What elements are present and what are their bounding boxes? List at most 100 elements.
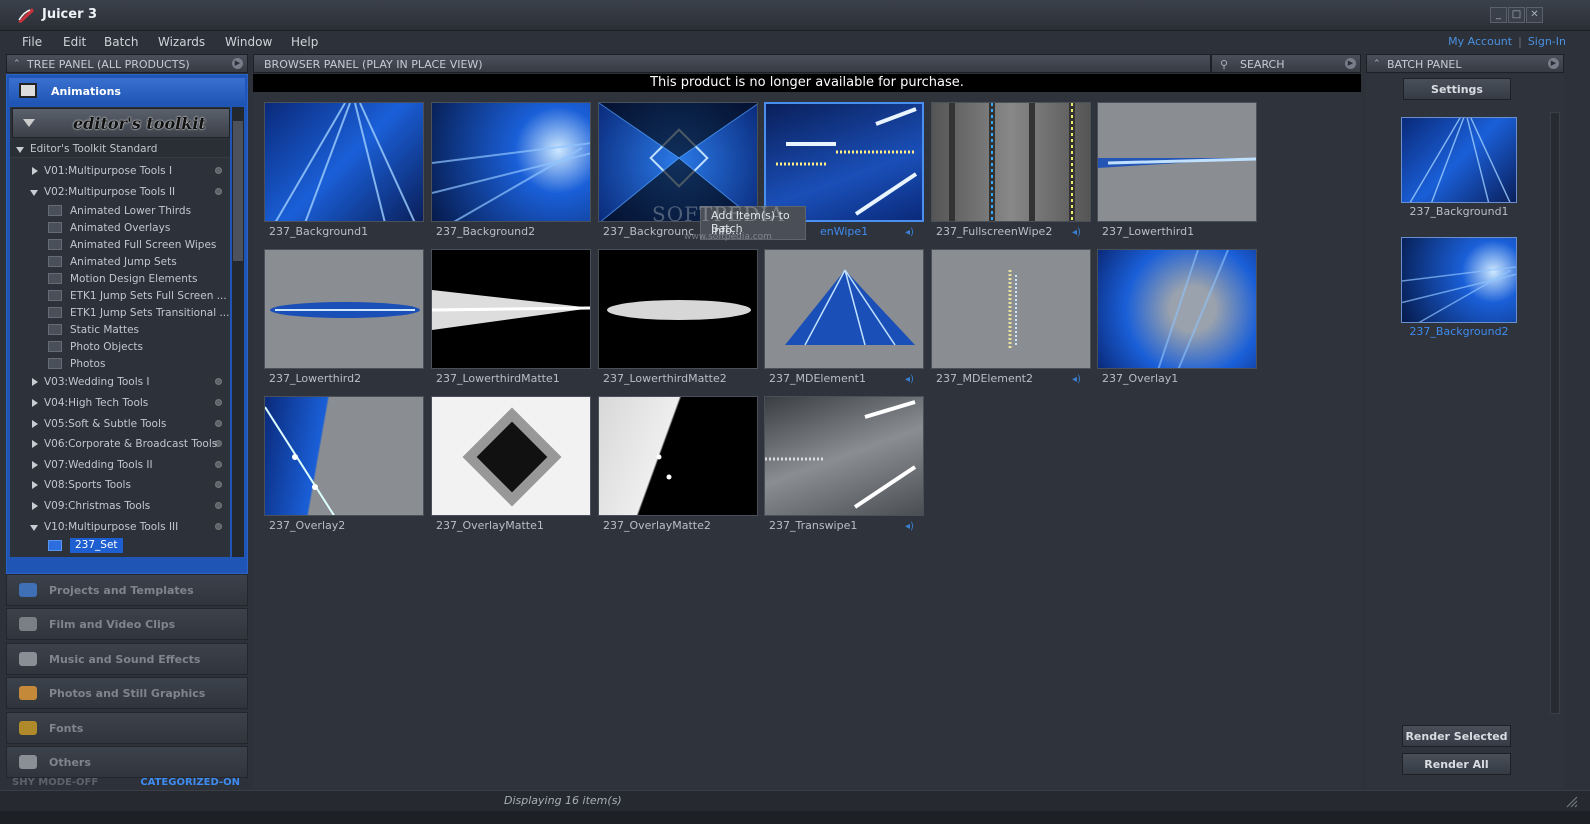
scrollbar-thumb[interactable]: [233, 121, 243, 261]
sound-icon[interactable]: ◂): [905, 227, 915, 238]
resize-grip-icon[interactable]: [1564, 794, 1578, 808]
expand-triangle-icon[interactable]: [32, 420, 38, 428]
batch-scrollbar[interactable]: [1550, 112, 1560, 714]
menu-help[interactable]: Help: [291, 35, 318, 49]
expand-triangle-icon[interactable]: [16, 147, 24, 153]
menu-batch[interactable]: Batch: [104, 35, 139, 49]
thumbnail[interactable]: [264, 396, 424, 516]
my-account-link[interactable]: My Account: [1448, 35, 1512, 48]
thumbnail[interactable]: [431, 249, 591, 369]
thumbnail-label[interactable]: enWipe1: [820, 225, 868, 238]
animations-section-header[interactable]: Animations: [9, 78, 245, 104]
thumbnail-label[interactable]: 237_OverlayMatte2: [603, 519, 711, 532]
expand-triangle-icon[interactable]: [32, 378, 38, 386]
thumbnail[interactable]: [931, 249, 1091, 369]
tree-row[interactable]: ETK1 Jump Sets Full Screen ...: [10, 287, 230, 305]
thumbnail[interactable]: [431, 102, 591, 222]
minimize-button[interactable]: _: [1490, 7, 1507, 23]
tree-row[interactable]: Static Mattes: [10, 321, 230, 339]
thumbnail-label[interactable]: 237_LowerthirdMatte2: [603, 372, 727, 385]
tree-scrollbar[interactable]: [232, 107, 244, 557]
tree-row[interactable]: Photo Objects: [10, 338, 230, 356]
panel-menu-icon[interactable]: ▶: [1548, 58, 1559, 69]
collapse-arrow-icon[interactable]: ⌃: [13, 55, 21, 74]
close-button[interactable]: ✕: [1526, 7, 1543, 23]
shy-mode-toggle[interactable]: SHY MODE-OFF: [12, 777, 98, 788]
category-music-and-sound-effects[interactable]: Music and Sound Effects: [6, 643, 248, 675]
tree-row[interactable]: Animated Full Screen Wipes: [10, 236, 230, 254]
panel-menu-icon[interactable]: ▶: [232, 58, 243, 69]
thumbnail[interactable]: [931, 102, 1091, 222]
thumbnail-label[interactable]: 237_Background1: [269, 225, 368, 238]
thumbnail-label[interactable]: 237_Overlay2: [269, 519, 345, 532]
render-all-button[interactable]: Render All: [1402, 753, 1511, 775]
expand-triangle-icon[interactable]: [32, 461, 38, 469]
expand-triangle-icon[interactable]: [32, 502, 38, 510]
tree-row[interactable]: V05:Soft & Subtle Tools: [10, 415, 230, 433]
tree-row[interactable]: V01:Multipurpose Tools I: [10, 162, 230, 180]
category-others[interactable]: Others: [6, 746, 248, 778]
render-selected-button[interactable]: Render Selected: [1402, 725, 1511, 747]
expand-triangle-icon[interactable]: [32, 399, 38, 407]
thumbnail-label[interactable]: 237_Backgrounc: [603, 225, 694, 238]
thumbnail-label[interactable]: 237_Lowerthird1: [1102, 225, 1194, 238]
tree-row[interactable]: V08:Sports Tools: [10, 476, 230, 494]
tree-row[interactable]: V06:Corporate & Broadcast Tools: [10, 435, 230, 453]
thumbnail[interactable]: [764, 249, 924, 369]
menu-window[interactable]: Window: [225, 35, 272, 49]
batch-thumbnail[interactable]: [1401, 237, 1517, 323]
thumbnail[interactable]: [1097, 249, 1257, 369]
expand-triangle-icon[interactable]: [32, 440, 38, 448]
sound-icon[interactable]: ◂): [905, 521, 915, 532]
maximize-button[interactable]: □: [1508, 7, 1525, 23]
category-film-and-video-clips[interactable]: Film and Video Clips: [6, 608, 248, 640]
tree-row[interactable]: V02:Multipurpose Tools II: [10, 183, 230, 201]
tree-row[interactable]: V07:Wedding Tools II: [10, 456, 230, 474]
category-photos-and-still-graphics[interactable]: Photos and Still Graphics: [6, 677, 248, 709]
tree-row[interactable]: V03:Wedding Tools I: [10, 373, 230, 391]
categorized-toggle[interactable]: CATEGORIZED-ON: [140, 777, 240, 788]
menu-file[interactable]: File: [22, 35, 42, 49]
thumbnail-label[interactable]: 237_Overlay1: [1102, 372, 1178, 385]
editors-toolkit-banner[interactable]: editor's toolkit: [12, 108, 230, 138]
batch-thumbnail[interactable]: [1401, 117, 1517, 203]
thumbnail[interactable]: [264, 249, 424, 369]
thumbnail-label[interactable]: 237_FullscreenWipe2: [936, 225, 1052, 238]
collapse-arrow-icon[interactable]: ⌃: [1373, 55, 1381, 74]
batch-item-label[interactable]: 237_Background1: [1401, 205, 1517, 218]
tree-row[interactable]: V10:Multipurpose Tools III: [10, 518, 230, 536]
thumbnail[interactable]: [264, 102, 424, 222]
thumbnail[interactable]: [1097, 102, 1257, 222]
sound-icon[interactable]: ◂): [1072, 374, 1082, 385]
menu-edit[interactable]: Edit: [63, 35, 86, 49]
thumbnail-label[interactable]: 237_OverlayMatte1: [436, 519, 544, 532]
thumbnail[interactable]: [764, 396, 924, 516]
expand-triangle-icon[interactable]: [32, 481, 38, 489]
sound-icon[interactable]: ◂): [905, 374, 915, 385]
tree-row[interactable]: ETK1 Jump Sets Transitional ...: [10, 304, 230, 322]
collapse-triangle-icon[interactable]: [30, 525, 38, 531]
tree-row[interactable]: Motion Design Elements: [10, 270, 230, 288]
tree-row[interactable]: V04:High Tech Tools: [10, 394, 230, 412]
search-box[interactable]: ⚲ SEARCH ▶: [1211, 54, 1361, 73]
thumbnail-label[interactable]: 237_MDElement1: [769, 372, 866, 385]
expand-triangle-icon[interactable]: [32, 167, 38, 175]
category-projects-and-templates[interactable]: Projects and Templates: [6, 574, 248, 606]
settings-button[interactable]: Settings: [1403, 78, 1511, 100]
thumbnail[interactable]: [431, 396, 591, 516]
tree-row[interactable]: Animated Overlays: [10, 219, 230, 237]
collapse-triangle-icon[interactable]: [30, 190, 38, 196]
thumbnail-label[interactable]: 237_Background2: [436, 225, 535, 238]
menu-wizards[interactable]: Wizards: [158, 35, 205, 49]
thumbnail-label[interactable]: 237_Transwipe1: [769, 519, 857, 532]
tree-row[interactable]: Animated Jump Sets: [10, 253, 230, 271]
sign-in-link[interactable]: Sign-In: [1528, 35, 1566, 48]
thumbnail-label[interactable]: 237_MDElement2: [936, 372, 1033, 385]
tree-row[interactable]: Editor's Toolkit Standard: [10, 140, 230, 158]
batch-item-label[interactable]: 237_Background2: [1401, 325, 1517, 338]
thumbnail[interactable]: [598, 396, 758, 516]
tree-row[interactable]: Photos: [10, 355, 230, 373]
tree-row[interactable]: Animated Lower Thirds: [10, 202, 230, 220]
tree-row[interactable]: 237_Set: [10, 537, 230, 555]
thumbnail-label[interactable]: 237_LowerthirdMatte1: [436, 372, 560, 385]
